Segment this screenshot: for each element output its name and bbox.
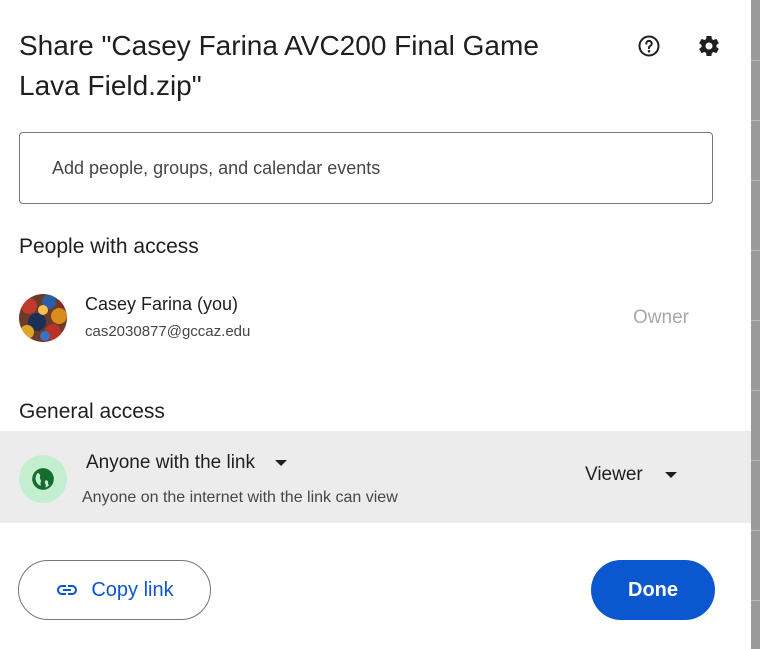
share-dialog: Share "Casey Farina AVC200 Final Game La… [0,0,751,649]
done-button[interactable]: Done [591,560,715,620]
dialog-title: Share "Casey Farina AVC200 Final Game La… [19,30,539,101]
help-icon [638,35,660,57]
person-name: Casey Farina (you) [85,294,239,314]
globe-icon [32,468,54,490]
chevron-down-icon [275,460,287,466]
globe-badge [19,455,67,503]
settings-button[interactable] [693,30,725,62]
general-access-row: Anyone with the link Anyone on the inter… [0,431,751,523]
help-button[interactable] [633,30,665,62]
copy-link-button[interactable]: Copy link [18,560,211,620]
general-access-description: Anyone on the internet with the link can… [82,489,398,506]
person-row: Casey Farina (you) cas2030877@gccaz.edu … [19,294,719,346]
avatar [19,294,67,342]
link-icon [57,585,78,595]
done-label: Done [628,578,678,601]
general-access-heading: General access [19,400,165,423]
person-role: Owner [633,307,689,328]
person-email: cas2030877@gccaz.edu [85,323,251,340]
chevron-down-icon [664,472,677,478]
general-access-selected: Anyone with the link [86,452,255,473]
copy-link-label: Copy link [91,578,174,601]
add-people-field[interactable] [19,132,713,204]
backdrop [751,0,760,649]
role-dropdown[interactable]: Viewer [585,464,677,486]
general-access-dropdown[interactable]: Anyone with the link [86,452,287,474]
add-people-input[interactable] [50,156,674,180]
people-with-access-heading: People with access [19,235,199,258]
gear-icon [699,35,719,56]
role-selected: Viewer [585,464,643,485]
